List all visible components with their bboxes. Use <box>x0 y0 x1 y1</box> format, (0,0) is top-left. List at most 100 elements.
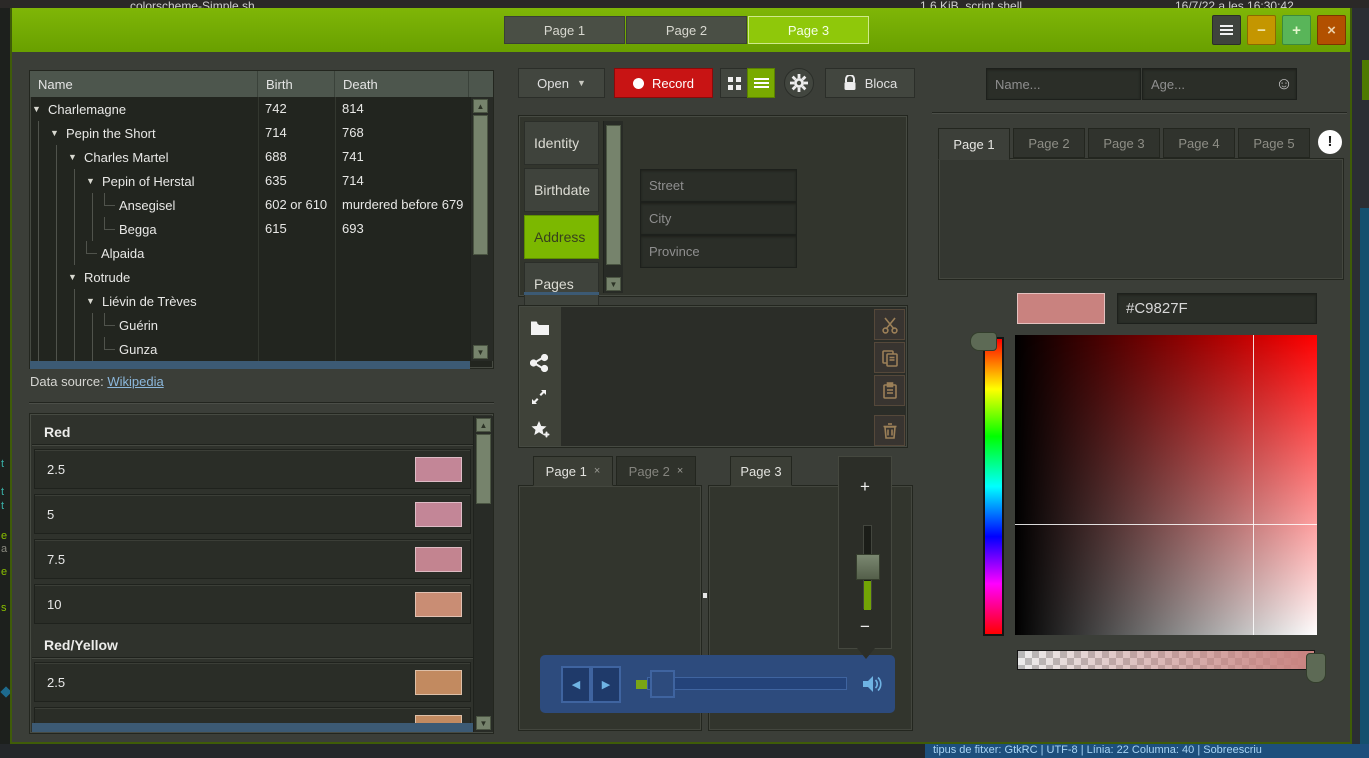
volume-slider-handle[interactable] <box>856 554 880 580</box>
titlebar[interactable]: Page 1Page 2Page 3 − + × <box>12 8 1350 52</box>
tab-close-icon[interactable]: × <box>594 465 600 477</box>
seek-slider-handle[interactable] <box>650 670 675 698</box>
tree-scrollbar[interactable]: ▲ ▼ <box>470 97 493 361</box>
window-menu-button[interactable] <box>1212 15 1241 45</box>
right-tab-page-1[interactable]: Page 1 <box>938 128 1010 160</box>
open-button[interactable]: Open ▼ <box>518 68 605 98</box>
tree-row[interactable]: ▼Charlemagne742814 <box>30 97 470 121</box>
warning-badge-icon[interactable]: ! <box>1318 130 1342 154</box>
street-input[interactable] <box>640 169 797 202</box>
color-scale-list[interactable]: Red2.557.510Red/Yellow2.55 ▲ ▼ <box>29 413 494 734</box>
star-new-icon[interactable] <box>530 420 552 442</box>
tree-row[interactable]: Begga615693 <box>30 217 470 241</box>
form-sidebar-item-pages[interactable]: Pages <box>524 262 599 306</box>
scroll-down-icon[interactable]: ▼ <box>476 716 491 730</box>
titlebar-tab-page-1[interactable]: Page 1 <box>504 16 625 44</box>
scroll-down-icon[interactable]: ▼ <box>473 345 488 359</box>
grid-view-toggle[interactable] <box>720 68 748 98</box>
family-treeview[interactable]: Name Birth Death ▼Charlemagne742814▼Pepi… <box>29 70 494 369</box>
volume-speaker-icon[interactable] <box>860 672 884 696</box>
name-input[interactable] <box>986 68 1141 100</box>
picked-color-swatch[interactable] <box>1017 293 1105 324</box>
volume-plus-button[interactable]: + <box>839 477 891 497</box>
color-list-row[interactable]: 5 <box>34 494 471 534</box>
saturation-value-square[interactable] <box>1015 335 1317 635</box>
form-sidebar-item-address[interactable]: Address <box>524 215 599 259</box>
right-tab-page-5[interactable]: Page 5 <box>1238 128 1310 158</box>
smiley-icon[interactable]: ☺ <box>1274 74 1294 94</box>
share-icon[interactable] <box>530 354 552 376</box>
color-list-row[interactable]: 10 <box>34 584 471 624</box>
tab-close-icon[interactable]: × <box>677 465 683 477</box>
list-selected-row-partial[interactable] <box>32 723 473 732</box>
titlebar-tab-page-3[interactable]: Page 3 <box>748 16 869 44</box>
expander-icon[interactable]: ▼ <box>68 145 80 169</box>
tab-page-1[interactable]: Page 1× <box>533 456 613 486</box>
color-list-row[interactable]: 2.5 <box>34 449 471 489</box>
hex-color-input[interactable] <box>1117 293 1317 324</box>
scroll-down-icon[interactable]: ▼ <box>606 277 621 291</box>
scroll-up-icon[interactable]: ▲ <box>476 418 491 432</box>
scroll-up-icon[interactable]: ▲ <box>473 99 488 113</box>
trash-button[interactable] <box>874 415 905 446</box>
expander-icon[interactable]: ▼ <box>32 97 44 121</box>
settings-button[interactable] <box>784 68 814 98</box>
expander-icon[interactable]: ▼ <box>50 121 62 145</box>
tab-page-3[interactable]: Page 3 <box>730 456 792 486</box>
next-button[interactable]: ▶ <box>591 666 621 703</box>
list-scrollbar[interactable]: ▲ ▼ <box>473 416 493 732</box>
tree-row[interactable]: ▼Pepin of Herstal635714 <box>30 169 470 193</box>
form-sidebar-item-birthdate[interactable]: Birthdate <box>524 168 599 212</box>
titlebar-tab-page-2[interactable]: Page 2 <box>626 16 747 44</box>
form-scrollbar-thumb[interactable] <box>606 125 621 265</box>
cut-button[interactable] <box>874 309 905 340</box>
folder-icon[interactable] <box>530 320 552 342</box>
wikipedia-link[interactable]: Wikipedia <box>107 374 163 389</box>
right-tab-page-4[interactable]: Page 4 <box>1163 128 1235 158</box>
tree-header[interactable]: Name Birth Death <box>30 71 493 97</box>
tree-row[interactable]: Guérin <box>30 313 470 337</box>
hue-slider-handle[interactable] <box>970 332 997 351</box>
expander-icon[interactable]: ▼ <box>86 289 98 313</box>
tree-row[interactable]: ▼Pepin the Short714768 <box>30 121 470 145</box>
list-scrollbar-thumb[interactable] <box>476 434 491 504</box>
tree-scrollbar-thumb[interactable] <box>473 115 488 255</box>
minimize-button[interactable]: − <box>1247 15 1276 45</box>
list-view-toggle[interactable] <box>747 68 775 98</box>
tree-column-birth[interactable]: Birth <box>258 71 335 97</box>
right-tab-page-2[interactable]: Page 2 <box>1013 128 1085 158</box>
seek-slider-trough[interactable] <box>647 677 847 690</box>
tree-selected-row-partial[interactable] <box>30 361 470 369</box>
record-button[interactable]: Record <box>614 68 713 98</box>
previous-button[interactable]: ◀ <box>561 666 591 703</box>
province-input[interactable] <box>640 235 797 268</box>
form-sidebar-item-identity[interactable]: Identity <box>524 121 599 165</box>
tree-row[interactable]: Alpaida <box>30 241 470 265</box>
pane-splitter-handle[interactable] <box>703 593 707 598</box>
alpha-slider[interactable] <box>1017 650 1315 670</box>
expander-icon[interactable]: ▼ <box>86 169 98 193</box>
tree-row[interactable]: Ansegisel602 or 610murdered before 679 <box>30 193 470 217</box>
tree-row[interactable]: Gunza <box>30 337 470 361</box>
lock-button[interactable]: Bloca <box>825 68 915 98</box>
tree-row[interactable]: ▼Charles Martel688741 <box>30 145 470 169</box>
city-input[interactable] <box>640 202 797 235</box>
close-button[interactable]: × <box>1317 15 1346 45</box>
form-scrollbar[interactable]: ▼ <box>603 121 623 293</box>
right-tab-page-3[interactable]: Page 3 <box>1088 128 1160 158</box>
tree-column-name[interactable]: Name <box>30 71 258 97</box>
tree-row[interactable]: ▼Rotrude <box>30 265 470 289</box>
hue-slider[interactable] <box>983 337 1004 636</box>
expand-icon[interactable] <box>530 388 552 410</box>
color-list-row[interactable]: 2.5 <box>34 662 471 702</box>
volume-minus-button[interactable]: − <box>839 617 891 637</box>
expander-icon[interactable]: ▼ <box>68 265 80 289</box>
tab-page-2[interactable]: Page 2× <box>616 456 696 486</box>
alpha-slider-handle[interactable] <box>1306 653 1326 683</box>
tree-row[interactable]: ▼Liévin de Trèves <box>30 289 470 313</box>
maximize-button[interactable]: + <box>1282 15 1311 45</box>
color-list-row[interactable]: 7.5 <box>34 539 471 579</box>
paste-button[interactable] <box>874 375 905 406</box>
tree-column-death[interactable]: Death <box>335 71 469 97</box>
copy-button[interactable] <box>874 342 905 373</box>
